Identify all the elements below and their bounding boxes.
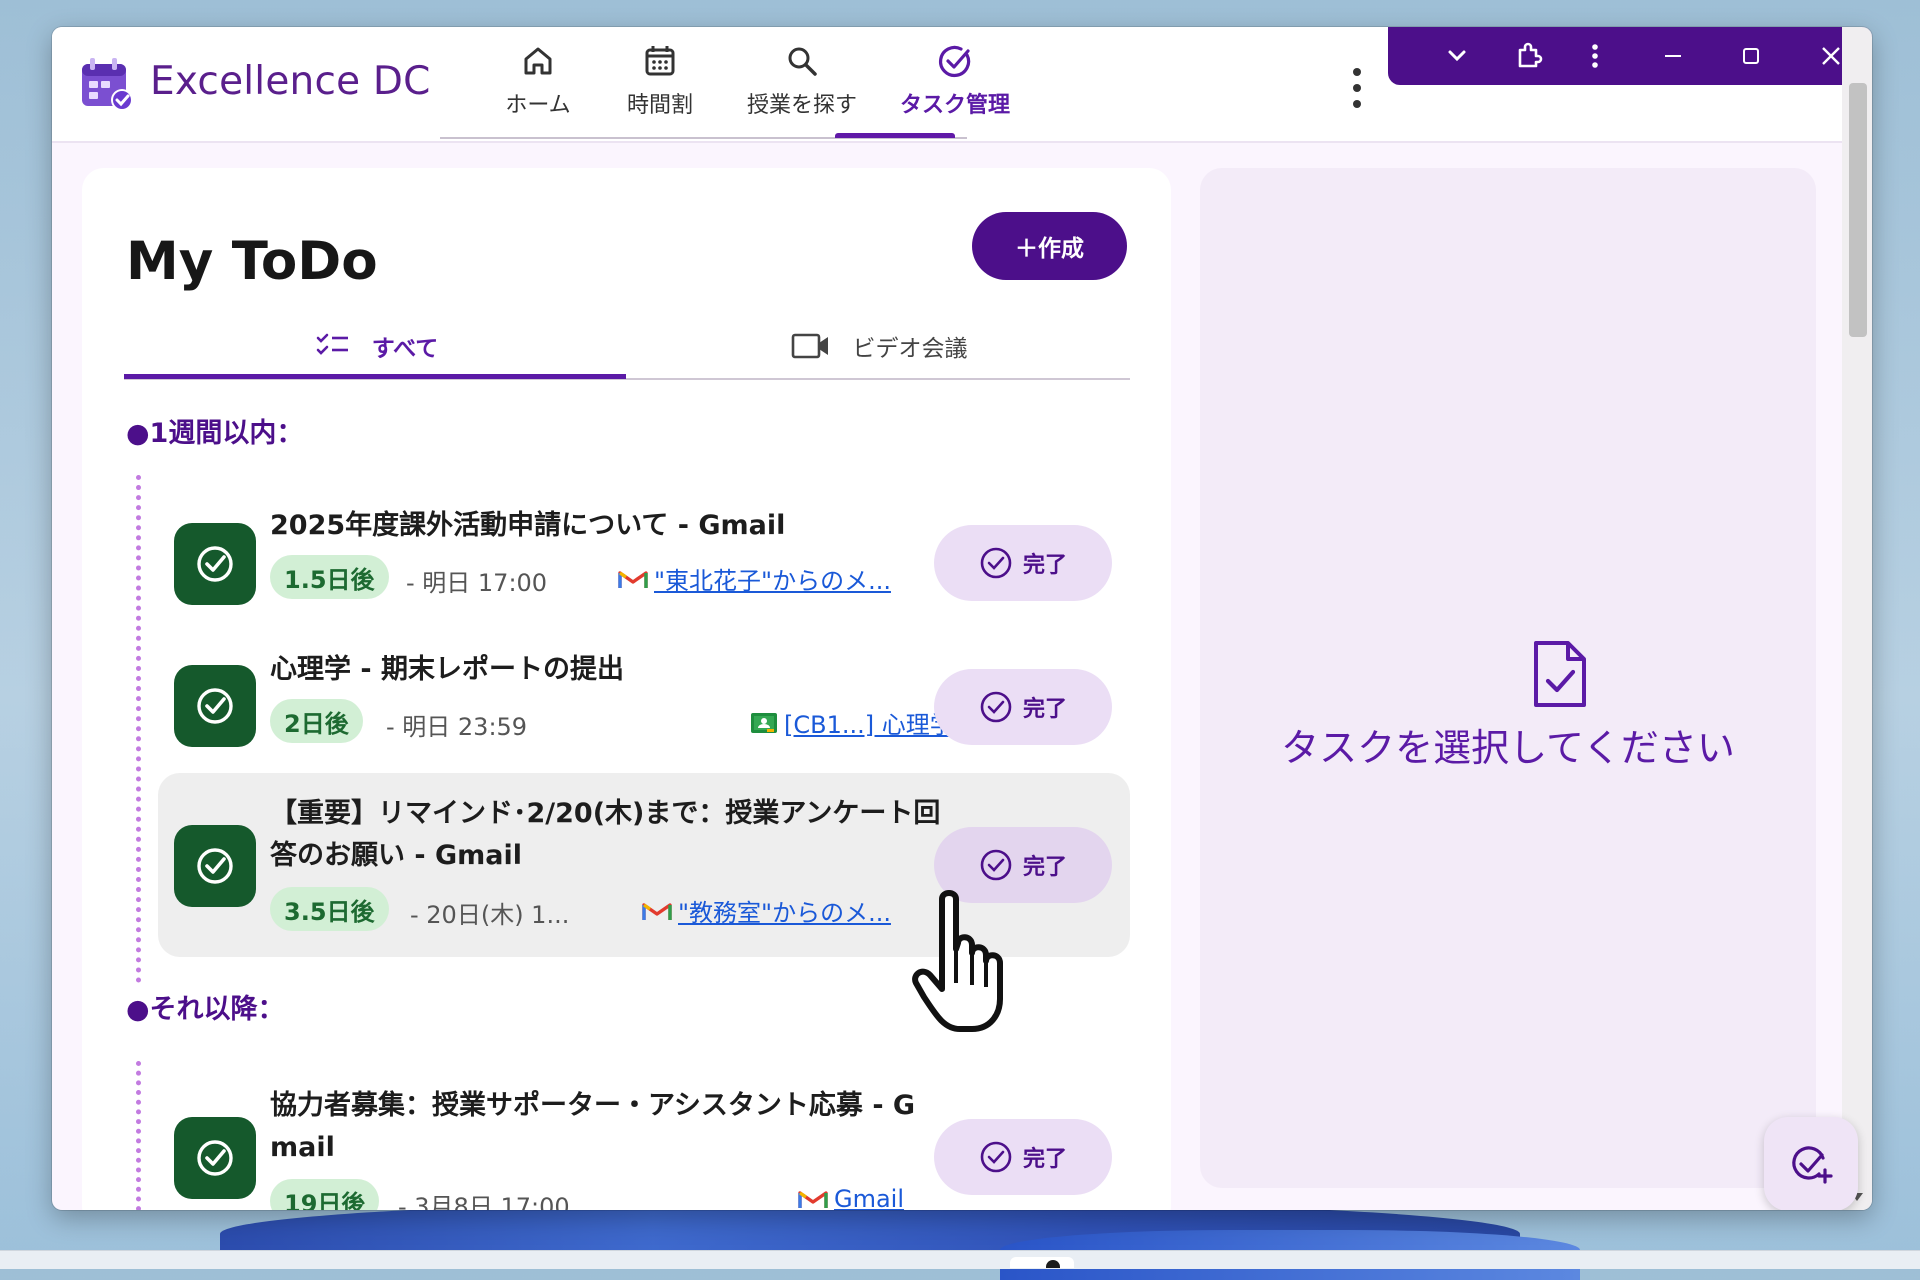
task-item-highlighted[interactable]: 【重要】リマインド･2/20(木)まで：授業アンケート回 答のお願い - Gma…	[158, 773, 1130, 957]
nav-task-management-label: タスク管理	[899, 93, 1010, 118]
task-title: 2025年度課外活動申請について - Gmail	[270, 510, 786, 541]
task-title-line-1: 協力者募集：授業サポーター・アシスタント応募 - G	[270, 1090, 916, 1121]
complete-button-label: 完了	[1022, 855, 1067, 880]
due-chip: 3.5日後	[270, 887, 389, 931]
task-item[interactable]: 心理学 - 期末レポートの提出 2日後 - 明日 23:59 [CB1...] …	[158, 645, 1130, 773]
source-link-label[interactable]: [CB1...] 心理学	[784, 705, 954, 740]
timeline-dots	[136, 475, 141, 983]
due-text: - 20日(木) 1...	[410, 901, 570, 929]
source-link-label[interactable]: Gmail	[834, 1185, 904, 1210]
minimize-button[interactable]	[1638, 27, 1708, 85]
app-logo-icon	[82, 58, 133, 111]
nav-home-label: ホーム	[505, 93, 571, 118]
check-circle-icon	[939, 45, 971, 77]
source-link-label[interactable]: "教務室"からのメ...	[678, 893, 891, 928]
tab-all[interactable]: すべて	[126, 317, 628, 375]
search-icon	[788, 47, 817, 76]
chevron-down-icon	[1448, 50, 1466, 62]
due-chip: 1.5日後	[270, 555, 389, 599]
minimize-icon	[1665, 55, 1681, 57]
source-link[interactable]: "教務室"からのメ...	[642, 893, 891, 928]
close-icon	[1822, 47, 1840, 65]
page-title: My ToDo	[126, 231, 378, 292]
nav-active-indicator	[835, 133, 955, 138]
app-window: Excellence DC ホーム 時間割 授業を探す タスク管理 My ToD…	[52, 27, 1872, 1210]
due-text: - 明日 23:59	[386, 713, 528, 741]
due-chip: 2日後	[270, 699, 363, 743]
timeline-dots	[136, 1061, 141, 1210]
complete-button[interactable]: 完了	[934, 827, 1112, 903]
classroom-icon	[751, 712, 777, 733]
tab-active-indicator	[124, 374, 626, 379]
complete-button-label: 完了	[1022, 553, 1067, 578]
check-circle-icon	[980, 1141, 1012, 1173]
gmail-icon	[642, 902, 672, 920]
section-within-week: ●1週間以内：	[126, 418, 304, 449]
tab-video-meetings[interactable]: ビデオ会議	[628, 317, 1130, 375]
more-options-icon[interactable]	[1342, 63, 1372, 113]
task-title-line-2: mail	[270, 1132, 335, 1163]
maximize-icon	[1743, 48, 1759, 64]
window-controls-bar	[1388, 27, 1872, 85]
add-task-button[interactable]	[1764, 1117, 1858, 1210]
document-check-icon	[1534, 641, 1586, 707]
nav-search-classes[interactable]: 授業を探す	[740, 37, 864, 137]
taskbar	[0, 1250, 1920, 1269]
create-button[interactable]: ＋作成	[972, 212, 1127, 280]
add-task-icon	[1792, 1146, 1833, 1184]
due-text: - 明日 17:00	[406, 569, 548, 597]
task-check-icon[interactable]	[174, 1117, 256, 1199]
taskbar-app-icon[interactable]	[1010, 1257, 1074, 1268]
task-detail-panel	[1200, 168, 1816, 1188]
gmail-icon	[618, 570, 648, 588]
more-vert-icon	[1592, 44, 1598, 68]
nav-timetable[interactable]: 時間割	[610, 37, 710, 137]
app-title: Excellence DC	[150, 59, 431, 104]
complete-button-label: 完了	[1022, 697, 1067, 722]
complete-button[interactable]: 完了	[934, 669, 1112, 745]
complete-button[interactable]: 完了	[934, 525, 1112, 601]
check-circle-icon	[980, 849, 1012, 881]
source-link[interactable]: "東北花子"からのメ...	[618, 561, 891, 596]
gmail-icon	[798, 1191, 828, 1208]
due-text: - 3月8日 17:00	[398, 1193, 570, 1210]
check-circle-icon	[980, 547, 1012, 579]
source-link[interactable]: Gmail	[798, 1185, 904, 1210]
task-title: 心理学 - 期末レポートの提出	[270, 654, 625, 685]
task-title-line-2: 答のお願い - Gmail	[270, 840, 523, 871]
scrollbar-thumb[interactable]	[1849, 83, 1867, 337]
video-icon	[791, 333, 828, 359]
nav-timetable-label: 時間割	[626, 93, 693, 118]
nav-task-management[interactable]: タスク管理	[885, 37, 1025, 137]
maximize-button[interactable]	[1716, 27, 1786, 85]
task-title-line-1: 【重要】リマインド･2/20(木)まで：授業アンケート回	[270, 798, 941, 829]
source-link[interactable]: [CB1...] 心理学	[750, 705, 954, 740]
source-link-label[interactable]: "東北花子"からのメ...	[654, 561, 891, 596]
dropdown-button[interactable]	[1422, 27, 1492, 85]
extension-icon	[1518, 42, 1543, 68]
home-icon	[524, 47, 552, 75]
calendar-icon	[645, 46, 675, 76]
nav-home[interactable]: ホーム	[488, 37, 588, 137]
section-later: ●それ以降：	[126, 994, 285, 1025]
complete-button[interactable]: 完了	[934, 1119, 1112, 1195]
nav-search-classes-label: 授業を探す	[746, 93, 857, 118]
complete-button-label: 完了	[1022, 1147, 1067, 1172]
checklist-icon	[316, 333, 348, 355]
task-item[interactable]: 協力者募集：授業サポーター・アシスタント応募 - G mail 19日後 - 3…	[158, 1081, 1130, 1210]
task-check-icon[interactable]	[174, 665, 256, 747]
empty-state-text: タスクを選択してください	[1281, 726, 1735, 770]
check-circle-icon	[980, 691, 1012, 723]
task-check-icon[interactable]	[174, 523, 256, 605]
tab-all-label: すべて	[371, 336, 439, 362]
tab-video-meetings-label: ビデオ会議	[852, 336, 968, 362]
task-check-icon[interactable]	[174, 825, 256, 907]
extensions-button[interactable]	[1494, 27, 1564, 85]
window-menu-button[interactable]	[1560, 27, 1630, 85]
task-item[interactable]: 2025年度課外活動申請について - Gmail 1.5日後 - 明日 17:0…	[158, 501, 1130, 629]
due-chip: 19日後	[270, 1179, 380, 1210]
